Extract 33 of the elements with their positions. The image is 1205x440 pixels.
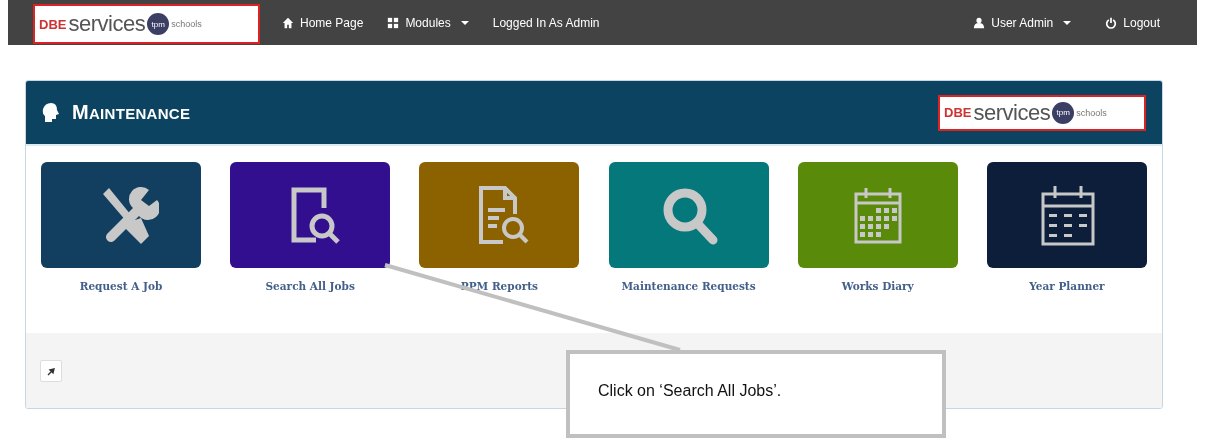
nav-link[interactable]: Home Page [270,15,376,30]
module-tile[interactable] [608,162,769,268]
module-link[interactable]: Search All Jobs [265,280,355,292]
panel-title: MAINTENANCE [72,101,191,124]
status-link[interactable]: Logged In As Admin [480,15,612,30]
power-icon [1105,16,1118,29]
module-tile[interactable] [230,162,391,268]
logo-word-text: services [973,101,1051,124]
pin-button[interactable] [40,359,62,382]
module-tile[interactable] [986,162,1147,268]
module-link[interactable]: Year Planner [1029,280,1105,292]
logo[interactable]: DBE services tpm schools [33,4,260,44]
nav-link[interactable]: Modules [375,15,481,30]
module-tile[interactable] [41,162,201,268]
grid-icon [387,16,400,29]
nav-link[interactable]: User Admin [961,15,1084,30]
module-link[interactable]: Request A Job [79,280,163,292]
home-icon [282,16,294,29]
support-agent-icon [40,102,60,123]
logo-word-text: services [68,13,146,35]
callout-text: Click on ‘Search All Jobs’. [566,350,946,438]
module-link[interactable]: Maintenance Requests [621,280,756,292]
logo-suffix-text: schools [171,19,202,29]
logo-brand-text: DBE [944,106,972,119]
module-tile[interactable] [797,162,958,268]
user-icon [973,16,986,29]
logo-badge: tpm [147,13,170,35]
logo-brand-text: DBE [39,17,67,31]
logo-badge: tpm [1052,101,1075,124]
logo-suffix-text: schools [1076,107,1107,118]
module-link[interactable]: Works Diary [841,280,914,292]
nav-link[interactable]: Logout [1093,15,1172,30]
module-tile[interactable] [419,162,580,268]
